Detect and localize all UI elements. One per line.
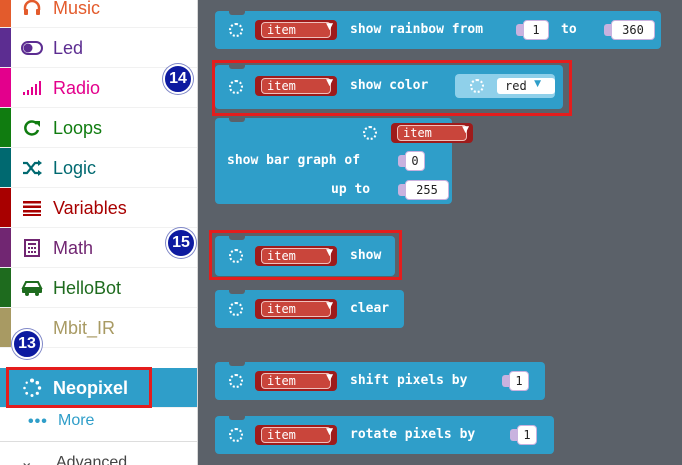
- dots-icon: •••: [28, 413, 48, 430]
- bar-graph-up-to-input[interactable]: 255: [398, 180, 449, 200]
- chevron-down-icon: ▼: [326, 373, 333, 383]
- step-badge-13: 13: [12, 329, 42, 359]
- category-color-bar: [0, 188, 11, 227]
- step-badge-15: 15: [166, 228, 196, 258]
- category-label: Mbit_IR: [53, 317, 116, 338]
- category-label: Radio: [53, 77, 101, 98]
- category-hellobot[interactable]: HelloBot: [0, 268, 197, 308]
- category-variables[interactable]: Variables: [0, 188, 197, 228]
- calculator-icon: [20, 228, 44, 268]
- block-label: clear: [350, 301, 390, 316]
- more-label: More: [58, 412, 95, 429]
- chevron-down-icon: ▼: [326, 427, 333, 437]
- category-label: Led: [53, 37, 84, 58]
- rotate-value-input[interactable]: 1: [510, 425, 537, 445]
- category-color-bar: [0, 308, 11, 347]
- block-label: up to: [331, 182, 371, 197]
- advanced-label: Advanced: [56, 454, 128, 465]
- category-loops[interactable]: Loops: [0, 108, 197, 148]
- category-color-bar: [0, 28, 11, 67]
- spinner-icon: [229, 374, 243, 388]
- category-color-bar: [0, 268, 11, 307]
- block-label: show bar graph of: [227, 153, 361, 168]
- chevron-down-icon: ⌄: [20, 454, 34, 465]
- category-label: HelloBot: [53, 277, 122, 298]
- chevron-down-icon: ▼: [462, 125, 469, 135]
- more-button[interactable]: ••• More: [0, 407, 197, 439]
- shuffle-icon: [20, 148, 44, 188]
- car-icon: [20, 268, 44, 308]
- clear-block[interactable]: item ▼ clear: [215, 289, 404, 328]
- refresh-icon: [20, 108, 44, 148]
- spinner-icon: [229, 428, 243, 442]
- category-label: Math: [53, 237, 94, 258]
- list-icon: [20, 188, 44, 228]
- category-label: Variables: [53, 197, 127, 218]
- category-music[interactable]: Music: [0, 0, 197, 28]
- rainbow-from-input[interactable]: 1: [516, 20, 549, 40]
- chevron-down-icon: ▼: [326, 301, 333, 311]
- item-variable-dropdown[interactable]: item ▼: [391, 123, 473, 143]
- spinner-icon: [229, 302, 243, 316]
- spinner-icon: [229, 23, 243, 37]
- item-variable-dropdown[interactable]: item ▼: [255, 425, 337, 445]
- category-label: Logic: [53, 157, 97, 178]
- show-bar-graph-block[interactable]: item ▼ show bar graph of 0 up to 255: [215, 117, 473, 204]
- category-color-bar: [0, 0, 11, 27]
- headphones-icon: [20, 0, 44, 28]
- item-variable-dropdown[interactable]: item ▼: [255, 20, 337, 40]
- block-label: shift pixels by: [350, 373, 468, 388]
- show-rainbow-block[interactable]: item ▼ show rainbow from 1 to 360: [215, 10, 661, 49]
- block-label: show rainbow from: [350, 22, 484, 37]
- rainbow-to-input[interactable]: 360: [604, 20, 655, 40]
- advanced-button[interactable]: ⌄ Advanced: [0, 441, 197, 465]
- category-color-bar: [0, 68, 11, 107]
- highlight-neopixel: [6, 367, 152, 408]
- chevron-down-icon: ▼: [326, 22, 333, 32]
- category-logic[interactable]: Logic: [0, 148, 197, 188]
- item-variable-dropdown[interactable]: item ▼: [255, 371, 337, 391]
- step-badge-14: 14: [163, 64, 193, 94]
- highlight-show-color: [212, 60, 572, 116]
- bar-graph-value-input[interactable]: 0: [398, 151, 425, 171]
- category-label: Music: [53, 0, 101, 18]
- spinner-icon: [363, 126, 377, 140]
- item-variable-dropdown[interactable]: item ▼: [255, 299, 337, 319]
- category-color-bar: [0, 228, 11, 267]
- shift-value-input[interactable]: 1: [502, 371, 529, 391]
- highlight-show: [209, 230, 402, 280]
- block-label: rotate pixels by: [350, 427, 476, 442]
- category-label: Loops: [53, 117, 103, 138]
- rotate-pixels-block[interactable]: item ▼ rotate pixels by 1: [215, 415, 554, 454]
- block-label: to: [561, 22, 577, 37]
- category-color-bar: [0, 108, 11, 147]
- category-color-bar: [0, 148, 11, 187]
- category-led[interactable]: Led: [0, 28, 197, 68]
- shift-pixels-block[interactable]: item ▼ shift pixels by 1: [215, 361, 545, 400]
- signal-bars-icon: [20, 68, 44, 108]
- toggle-icon: [20, 28, 44, 68]
